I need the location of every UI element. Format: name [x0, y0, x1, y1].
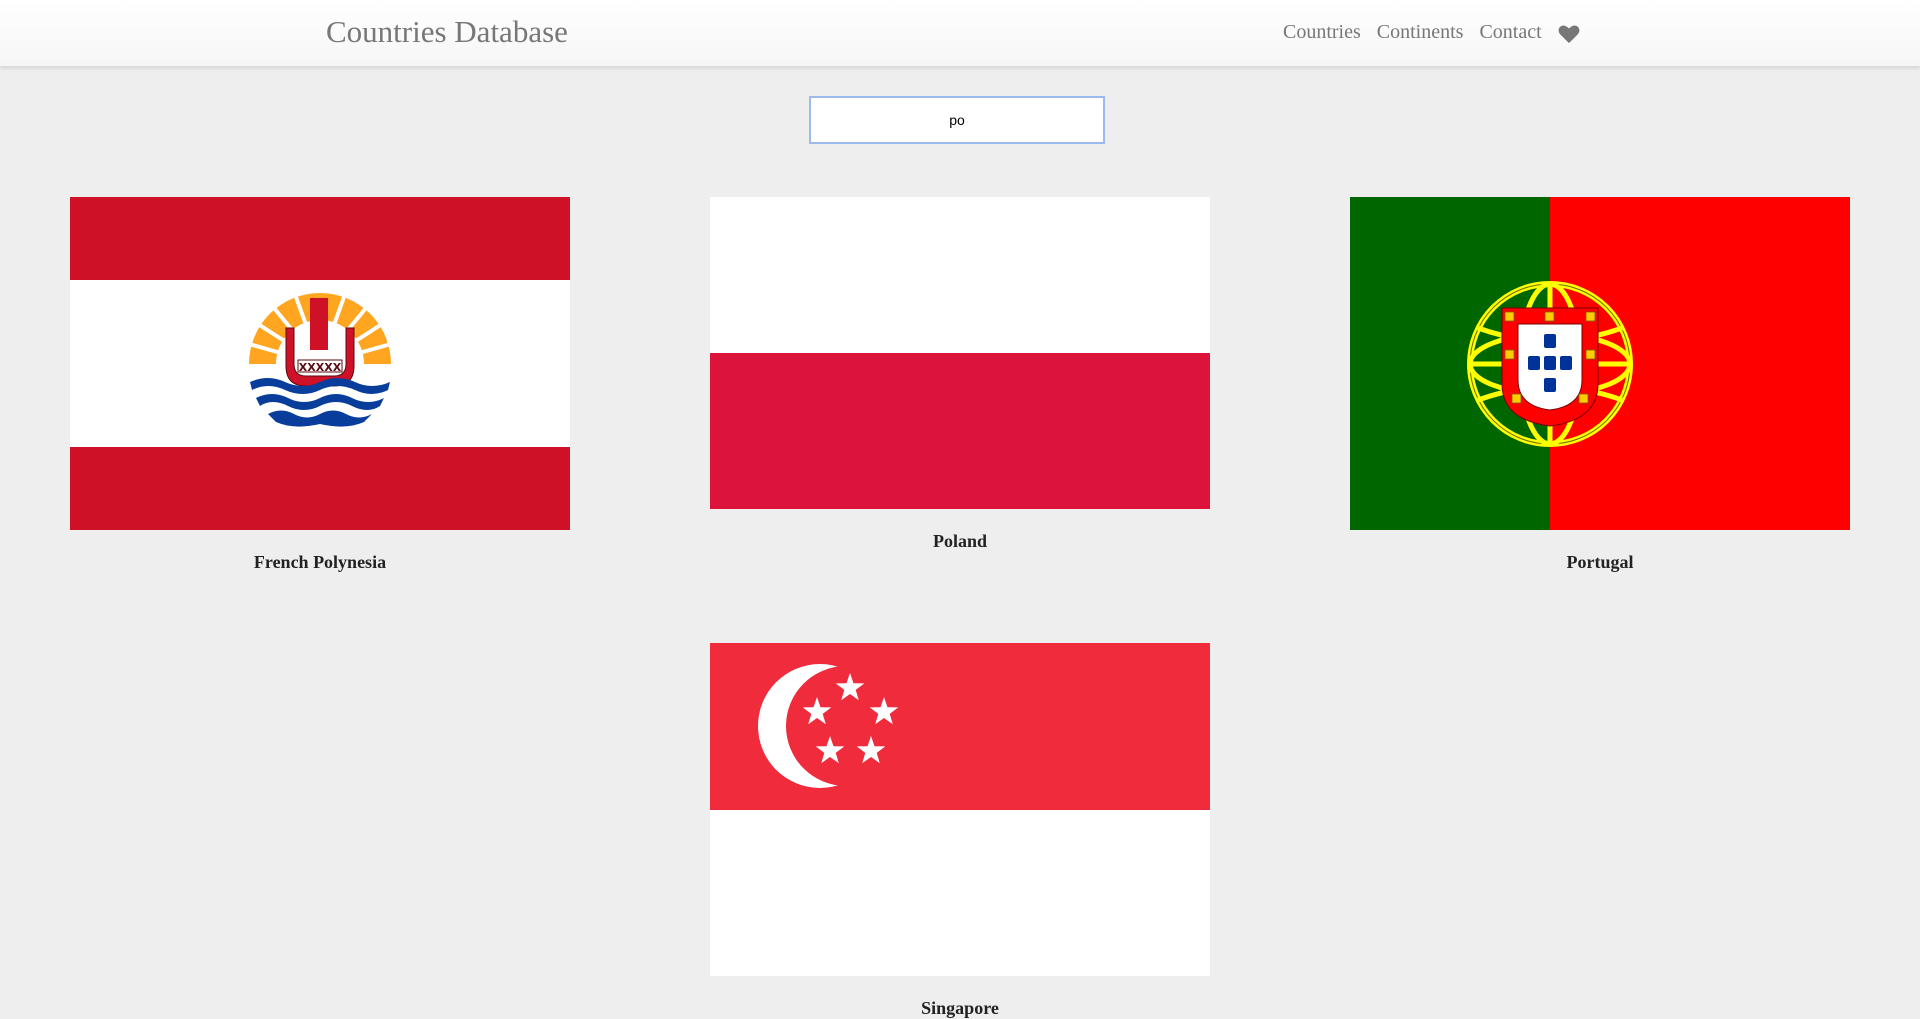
- search-container: [809, 96, 1105, 144]
- singapore-flag: [710, 643, 1210, 976]
- french-polynesia-flag: XXXXX: [70, 197, 570, 530]
- country-name[interactable]: Poland: [710, 531, 1210, 552]
- country-card-singapore[interactable]: Singapore: [710, 643, 1210, 1019]
- nav-link-countries[interactable]: Countries: [1283, 21, 1361, 44]
- top-navbar: Countries Database Countries Continents …: [0, 0, 1920, 67]
- brand-title[interactable]: Countries Database: [326, 14, 568, 50]
- nav-link-continents[interactable]: Continents: [1377, 21, 1464, 44]
- search-input[interactable]: [809, 96, 1105, 144]
- country-name[interactable]: Singapore: [710, 998, 1210, 1019]
- portugal-flag: [1350, 197, 1850, 530]
- country-card-french-polynesia[interactable]: XXXXX French Polynesia: [70, 197, 570, 573]
- country-card-portugal[interactable]: Portugal: [1350, 197, 1850, 573]
- heart-icon[interactable]: [1558, 24, 1580, 44]
- country-name[interactable]: French Polynesia: [70, 552, 570, 573]
- country-card-poland[interactable]: Poland: [710, 197, 1210, 552]
- poland-flag: [710, 197, 1210, 509]
- nav-link-contact[interactable]: Contact: [1479, 21, 1541, 44]
- nav-links: Countries Continents Contact: [1283, 21, 1580, 44]
- country-name[interactable]: Portugal: [1350, 552, 1850, 573]
- svg-text:XXXXX: XXXXX: [299, 361, 342, 374]
